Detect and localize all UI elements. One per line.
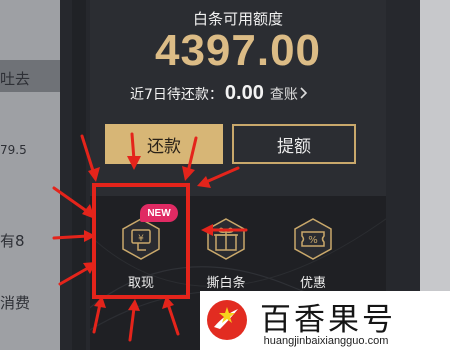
arrow-icon xyxy=(201,224,248,236)
arrow-icon xyxy=(92,296,106,334)
arrow-icon xyxy=(197,166,240,188)
arrow-icon xyxy=(128,299,140,342)
brand-name: 百香果号 xyxy=(260,302,396,338)
arrow-icon xyxy=(127,132,141,170)
arrow-icon xyxy=(182,136,198,181)
arrow-icon xyxy=(80,134,100,182)
brand-url: huangjinbaixiangguo.com xyxy=(263,335,389,347)
arrow-icon xyxy=(162,296,180,336)
arrow-icon xyxy=(52,186,95,219)
arrow-icon xyxy=(58,262,96,286)
arrow-icon xyxy=(52,230,96,242)
watermark-logo: 百香果号 huangjinbaixiangguo.com xyxy=(200,291,450,350)
